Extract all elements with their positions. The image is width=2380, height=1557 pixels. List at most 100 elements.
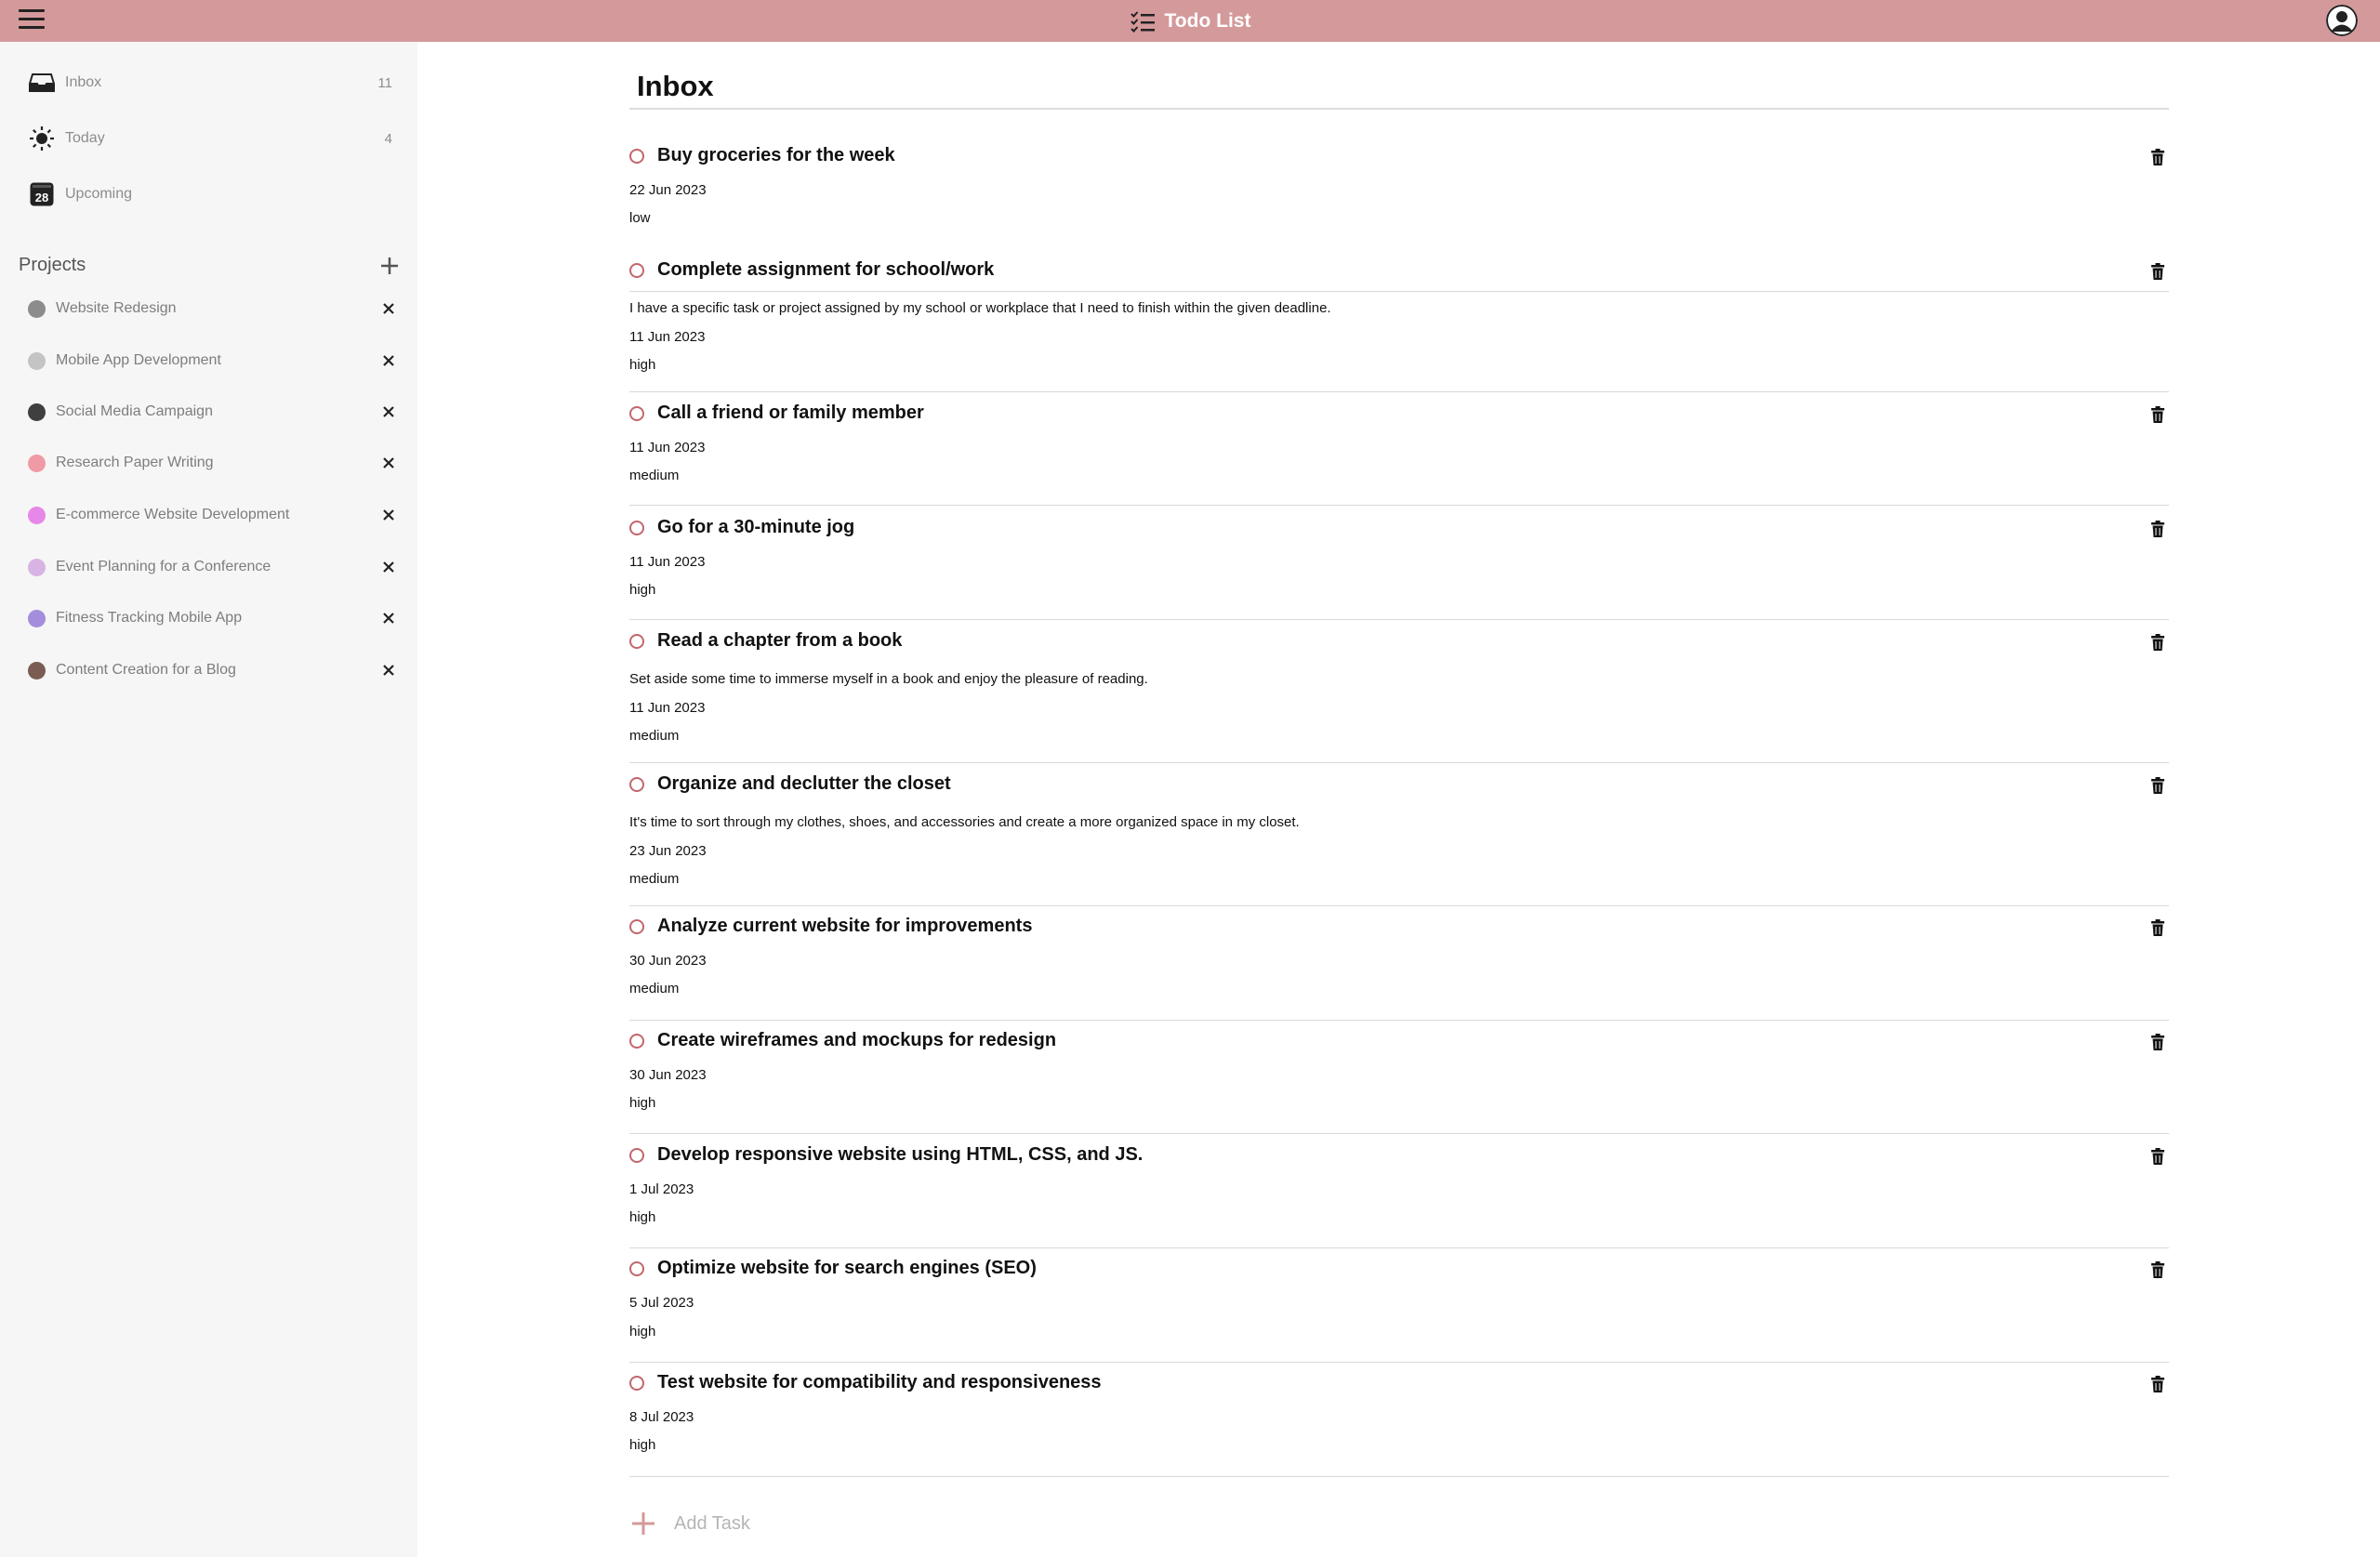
task-priority: medium — [629, 728, 680, 744]
task-description: Set aside some time to immerse myself in… — [629, 671, 1148, 687]
divider — [629, 391, 2169, 392]
task-checkbox[interactable] — [629, 149, 644, 164]
task-description: I have a specific task or project assign… — [629, 300, 1331, 316]
add-project-icon[interactable] — [376, 252, 403, 280]
task-due-date: 22 Jun 2023 — [629, 182, 707, 198]
divider — [629, 905, 2169, 906]
task-priority: medium — [629, 871, 680, 887]
task-title[interactable]: Optimize website for search engines (SEO… — [657, 1258, 1037, 1279]
task-priority: medium — [629, 468, 680, 483]
task-title[interactable]: Develop responsive website using HTML, C… — [657, 1144, 1143, 1166]
task-title[interactable]: Test website for compatibility and respo… — [657, 1372, 1102, 1393]
task-due-date: 11 Jun 2023 — [629, 329, 706, 345]
close-icon[interactable] — [379, 402, 398, 421]
trash-icon[interactable] — [2151, 149, 2164, 165]
task-checkbox[interactable] — [629, 919, 644, 934]
task-title[interactable]: Call a friend or family member — [657, 402, 924, 424]
task-description: It's time to sort through my clothes, sh… — [629, 814, 1300, 830]
task-title[interactable]: Create wireframes and mockups for redesi… — [657, 1030, 1056, 1051]
task-due-date: 8 Jul 2023 — [629, 1409, 694, 1425]
task-due-date: 23 Jun 2023 — [629, 843, 707, 859]
close-icon[interactable] — [379, 299, 398, 318]
task-title[interactable]: Go for a 30-minute jog — [657, 517, 854, 538]
task-checkbox[interactable] — [629, 263, 644, 278]
close-icon[interactable] — [379, 609, 398, 627]
sidebar: Inbox 11 Today 4 28 Upcoming Projects We… — [0, 42, 417, 1557]
task-priority: high — [629, 1437, 656, 1453]
project-item[interactable]: Event Planning for a Conference — [28, 550, 398, 584]
close-icon[interactable] — [379, 351, 398, 370]
trash-icon[interactable] — [2151, 634, 2164, 651]
task-checkbox[interactable] — [629, 406, 644, 421]
project-item[interactable]: Social Media Campaign — [28, 395, 398, 429]
close-icon[interactable] — [379, 506, 398, 524]
task-checkbox[interactable] — [629, 1034, 644, 1049]
task-title[interactable]: Complete assignment for school/work — [657, 259, 994, 281]
project-item[interactable]: Website Redesign — [28, 292, 398, 325]
task-due-date: 30 Jun 2023 — [629, 953, 707, 969]
user-avatar-icon[interactable] — [2326, 5, 2358, 36]
trash-icon[interactable] — [2151, 919, 2164, 936]
project-item[interactable]: Research Paper Writing — [28, 446, 398, 480]
divider — [629, 108, 2169, 110]
close-icon[interactable] — [379, 558, 398, 576]
sun-icon — [28, 125, 56, 152]
project-color-dot — [28, 402, 46, 421]
task-title[interactable]: Read a chapter from a book — [657, 630, 902, 652]
trash-icon[interactable] — [2151, 406, 2164, 423]
task-checkbox[interactable] — [629, 1376, 644, 1391]
calendar-icon: 28 — [28, 180, 56, 208]
project-name: Fitness Tracking Mobile App — [56, 610, 243, 626]
project-item[interactable]: Mobile App Development — [28, 344, 398, 377]
task-title[interactable]: Buy groceries for the week — [657, 145, 895, 166]
top-bar: Todo List — [0, 0, 2380, 42]
project-color-dot — [28, 558, 46, 576]
sidebar-item-today[interactable]: Today 4 — [28, 120, 392, 157]
trash-icon[interactable] — [2151, 777, 2164, 794]
task-due-date: 30 Jun 2023 — [629, 1067, 707, 1083]
task-checkbox[interactable] — [629, 634, 644, 649]
today-count: 4 — [384, 130, 392, 147]
trash-icon[interactable] — [2151, 521, 2164, 537]
task-title[interactable]: Organize and declutter the closet — [657, 773, 951, 795]
task-title[interactable]: Analyze current website for improvements — [657, 916, 1032, 937]
add-task-button[interactable]: Add Task — [629, 1505, 750, 1542]
project-item[interactable]: Fitness Tracking Mobile App — [28, 601, 398, 635]
sidebar-item-inbox[interactable]: Inbox 11 — [28, 64, 392, 101]
sidebar-item-label: Upcoming — [65, 186, 133, 202]
divider — [629, 762, 2169, 763]
divider — [629, 1362, 2169, 1363]
task-priority: high — [629, 1209, 656, 1225]
project-color-dot — [28, 506, 46, 524]
app-brand: Todo List — [0, 0, 2380, 42]
project-item[interactable]: Content Creation for a Blog — [28, 653, 398, 687]
sidebar-item-label: Inbox — [65, 74, 102, 90]
trash-icon[interactable] — [2151, 1376, 2164, 1392]
divider — [629, 1020, 2169, 1021]
task-checkbox[interactable] — [629, 777, 644, 792]
trash-icon[interactable] — [2151, 263, 2164, 280]
trash-icon[interactable] — [2151, 1034, 2164, 1050]
task-checkbox[interactable] — [629, 1261, 644, 1276]
task-priority: high — [629, 1095, 656, 1111]
divider — [629, 1133, 2169, 1134]
sidebar-item-upcoming[interactable]: 28 Upcoming — [28, 176, 392, 213]
app-title: Todo List — [1164, 9, 1251, 32]
project-name: Content Creation for a Blog — [56, 662, 236, 678]
inbox-count: 11 — [377, 74, 392, 91]
close-icon[interactable] — [379, 661, 398, 680]
task-priority: low — [629, 210, 651, 226]
project-item[interactable]: E-commerce Website Development — [28, 498, 398, 532]
project-name: Website Redesign — [56, 300, 177, 316]
task-checkbox[interactable] — [629, 1148, 644, 1163]
project-color-dot — [28, 661, 46, 680]
project-color-dot — [28, 609, 46, 627]
trash-icon[interactable] — [2151, 1148, 2164, 1165]
calendar-day: 28 — [35, 191, 48, 205]
project-color-dot — [28, 351, 46, 370]
trash-icon[interactable] — [2151, 1261, 2164, 1278]
task-checkbox[interactable] — [629, 521, 644, 535]
task-priority: medium — [629, 981, 680, 996]
task-priority: high — [629, 582, 656, 598]
close-icon[interactable] — [379, 454, 398, 472]
